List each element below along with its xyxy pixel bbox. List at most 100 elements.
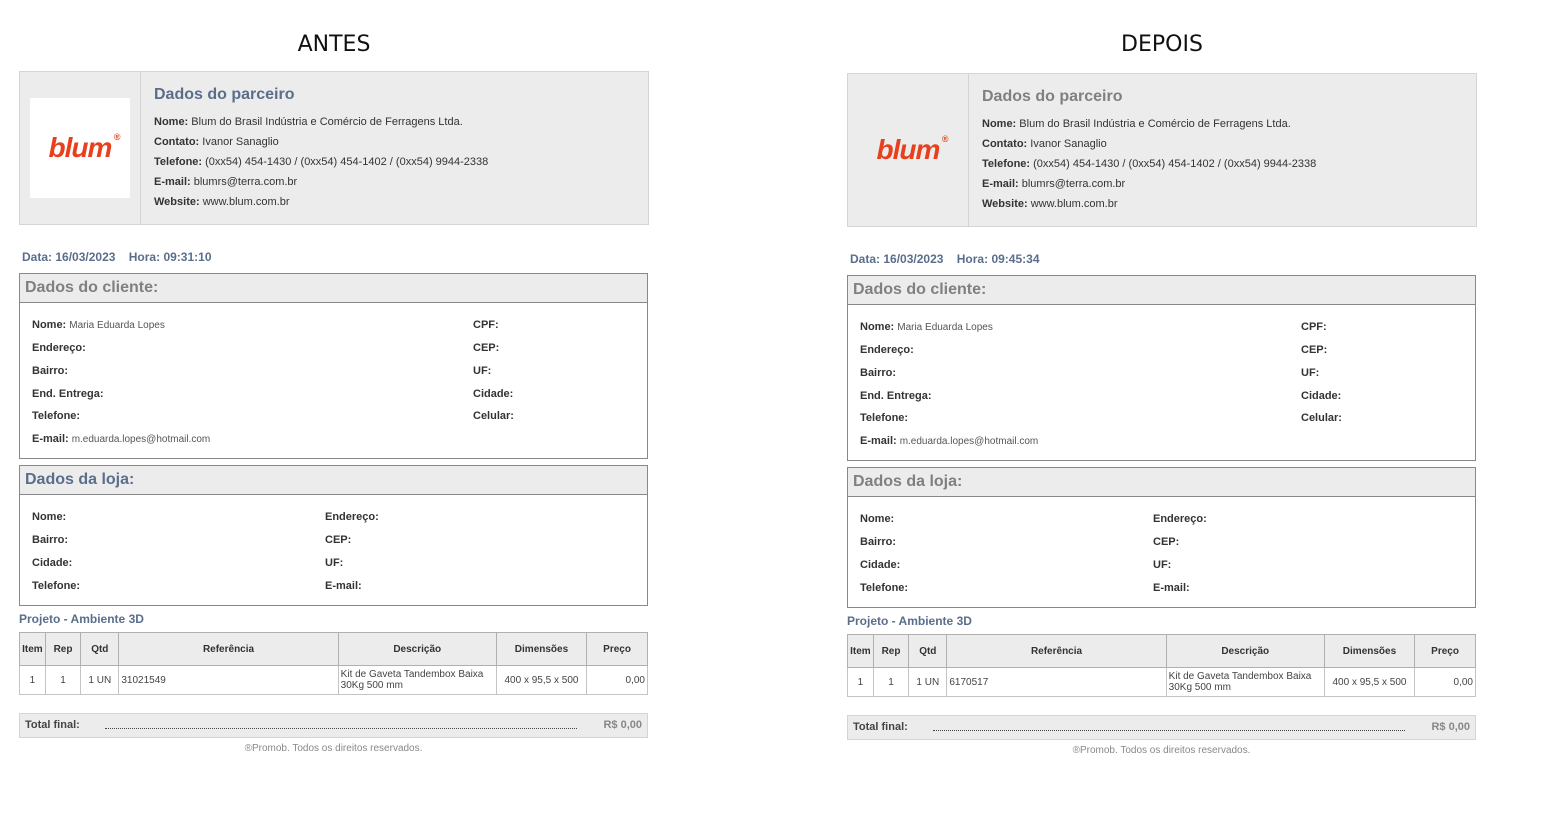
blum-logo-text: blum ® [48, 132, 121, 163]
cliente-nome: Nome: Maria Eduarda Lopes [860, 321, 993, 333]
cliente-cpf: CPF: [1301, 321, 1327, 333]
col-header-rep: Rep [44, 632, 82, 666]
blum-logo: blum ® [858, 100, 958, 200]
partner-info: Dados do parceiro Nome: Blum do Brasil I… [154, 86, 488, 212]
cell-rep: 1 [872, 667, 910, 697]
cell-qtd: 1 UN [80, 665, 120, 695]
cell-referencia: 6170517 [946, 667, 1167, 697]
col-header-preco: Preço [1414, 634, 1476, 668]
partner-info: Dados do parceiro Nome: Blum do Brasil I… [982, 88, 1316, 214]
logo-cell: blum ® [848, 74, 969, 226]
loja-telefone: Telefone: [32, 580, 81, 592]
cliente-entrega: End. Entrega: [32, 388, 104, 400]
loja-cidade: Cidade: [860, 559, 901, 571]
cliente-cep: CEP: [473, 342, 500, 354]
cliente-entrega: End. Entrega: [860, 390, 932, 402]
cell-preco: 0,00 [586, 665, 648, 695]
table-row: 1 1 1 UN 31021549 Kit de Gaveta Tandembo… [19, 665, 648, 695]
copyright-footer: ®Promob. Todos os direitos reservados. [1072, 745, 1251, 756]
partner-card: blum ® Dados do parceiro Nome: Blum do Br… [19, 71, 649, 225]
cliente-cpf: CPF: [473, 319, 499, 331]
col-header-qtd: Qtd [80, 632, 120, 666]
partner-email: E-mail: blumrs@terra.com.br [982, 178, 1126, 190]
cliente-section: Dados do cliente: Nome: Maria Eduarda Lop… [847, 275, 1476, 461]
cliente-uf: UF: [1301, 367, 1320, 379]
cliente-title: Dados do cliente: [848, 276, 1475, 305]
loja-email: E-mail: [1153, 582, 1190, 594]
col-header-descricao: Descrição [337, 632, 497, 666]
loja-bairro: Bairro: [860, 536, 897, 548]
cliente-uf: UF: [473, 365, 492, 377]
cell-descricao: Kit de Gaveta Tandembox Baixa 30Kg 500 m… [1165, 667, 1325, 697]
cell-preco: 0,00 [1414, 667, 1476, 697]
comparison-heading: ANTES [297, 32, 371, 57]
cliente-cidade: Cidade: [1301, 390, 1342, 402]
cliente-nome: Nome: Maria Eduarda Lopes [32, 319, 165, 331]
date-time: Data: 16/03/2023 Hora: 09:31:10 [22, 250, 212, 264]
col-header-referencia: Referência [946, 634, 1167, 668]
total-dots [105, 728, 577, 729]
comparison-heading: DEPOIS [1121, 32, 1203, 57]
loja-title: Dados da loja: [848, 468, 1475, 497]
loja-telefone: Telefone: [860, 582, 909, 594]
cell-referencia: 31021549 [118, 665, 339, 695]
loja-cep: CEP: [325, 534, 352, 546]
cell-qtd: 1 UN [908, 667, 948, 697]
cliente-bairro: Bairro: [860, 367, 897, 379]
partner-website: Website: www.blum.com.br [982, 198, 1118, 210]
total-bar: Total final: R$ 0,00 [847, 715, 1476, 740]
cliente-celular: Celular: [1301, 412, 1342, 424]
partner-nome: Nome: Blum do Brasil Indústria e Comérci… [982, 118, 1291, 130]
projeto-title: Projeto - Ambiente 3D [19, 612, 144, 626]
cliente-celular: Celular: [473, 410, 514, 422]
table-header-row: Item Rep Qtd Referência Descrição Dimens… [19, 632, 648, 666]
total-dots [933, 730, 1405, 731]
partner-contato: Contato: Ivanor Sanaglio [982, 138, 1107, 150]
projeto-title: Projeto - Ambiente 3D [847, 614, 972, 628]
loja-email: E-mail: [325, 580, 362, 592]
partner-website: Website: www.blum.com.br [154, 196, 290, 208]
col-header-qtd: Qtd [908, 634, 948, 668]
partner-email: E-mail: blumrs@terra.com.br [154, 176, 298, 188]
partner-title: Dados do parceiro [982, 88, 1123, 105]
col-header-preco: Preço [586, 632, 648, 666]
date-time: Data: 16/03/2023 Hora: 09:45:34 [850, 252, 1040, 266]
loja-uf: UF: [325, 557, 344, 569]
copyright-footer: ®Promob. Todos os direitos reservados. [244, 743, 423, 754]
loja-nome: Nome: [860, 513, 895, 525]
total-bar: Total final: R$ 0,00 [19, 713, 648, 738]
cell-dimensoes: 400 x 95,5 x 500 [1323, 667, 1416, 697]
cliente-title: Dados do cliente: [20, 274, 647, 303]
loja-section: Dados da loja: Nome: Endereço: Bairro: C… [847, 467, 1476, 608]
cliente-telefone: Telefone: [32, 410, 81, 422]
cliente-cidade: Cidade: [473, 388, 514, 400]
items-table: Item Rep Qtd Referência Descrição Dimens… [19, 632, 648, 695]
cliente-section: Dados do cliente: Nome: Maria Eduarda Lop… [19, 273, 648, 459]
cell-dimensoes: 400 x 95,5 x 500 [495, 665, 588, 695]
col-header-dimensoes: Dimensões [495, 632, 588, 666]
total-amount: R$ 0,00 [1431, 721, 1470, 733]
partner-nome: Nome: Blum do Brasil Indústria e Comérci… [154, 116, 463, 128]
cliente-endereco: Endereço: [860, 344, 914, 356]
col-header-item: Item [847, 634, 874, 668]
col-header-descricao: Descrição [1165, 634, 1325, 668]
loja-cidade: Cidade: [32, 557, 73, 569]
total-amount: R$ 0,00 [603, 719, 642, 731]
loja-section: Dados da loja: Nome: Endereço: Bairro: C… [19, 465, 648, 606]
loja-endereco: Endereço: [1153, 513, 1207, 525]
table-row: 1 1 1 UN 6170517 Kit de Gaveta Tandembox… [847, 667, 1476, 697]
col-header-referencia: Referência [118, 632, 339, 666]
cliente-telefone: Telefone: [860, 412, 909, 424]
blum-logo: blum ® [30, 98, 130, 198]
col-header-item: Item [19, 632, 46, 666]
cliente-endereco: Endereço: [32, 342, 86, 354]
loja-nome: Nome: [32, 511, 67, 523]
cliente-email: E-mail: m.eduarda.lopes@hotmail.com [32, 433, 211, 445]
total-label: Total final: [853, 721, 908, 733]
table-header-row: Item Rep Qtd Referência Descrição Dimens… [847, 634, 1476, 668]
cell-item: 1 [847, 667, 874, 697]
cliente-bairro: Bairro: [32, 365, 69, 377]
cliente-cep: CEP: [1301, 344, 1328, 356]
partner-contato: Contato: Ivanor Sanaglio [154, 136, 279, 148]
blum-logo-text: blum ® [876, 134, 949, 165]
